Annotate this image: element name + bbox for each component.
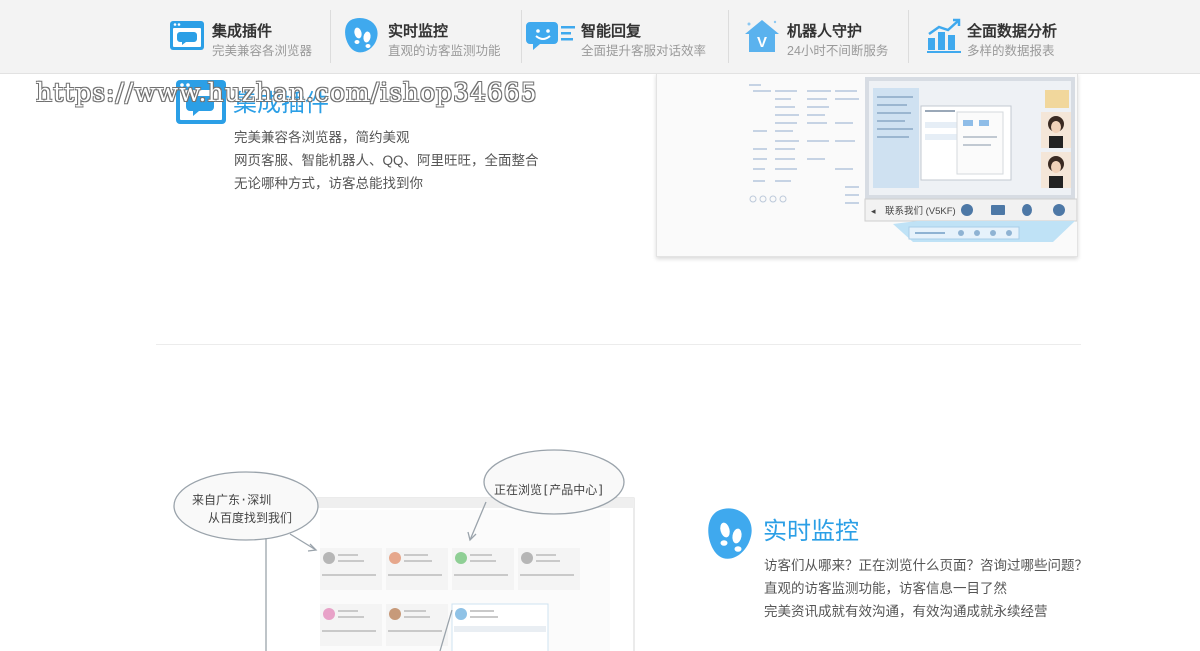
nav-subtitle: 直观的访客监测功能 bbox=[388, 44, 501, 58]
monitor-screenshot: 来自广东·深圳 从百度找到我们 正在浏览[产品中心] bbox=[173, 449, 635, 651]
nav-subtitle: 多样的数据报表 bbox=[967, 44, 1055, 58]
nav-divider bbox=[330, 10, 331, 63]
bar-chart-icon bbox=[927, 18, 961, 53]
footprints-icon bbox=[345, 18, 378, 53]
nav-subtitle: 24小时不间断服务 bbox=[787, 44, 889, 58]
nav-title: 集成插件 bbox=[212, 23, 273, 40]
nav-subtitle: 全面提升客服对话效率 bbox=[581, 44, 707, 58]
description-line: 无论哪种方式，访客总能找到你 bbox=[234, 176, 423, 191]
section-title: 实时监控 bbox=[763, 518, 859, 545]
nav-item-data[interactable]: 全面数据分析 多样的数据报表 bbox=[925, 10, 1075, 64]
plugin-screenshot: ◂ 联系我们 (V5KF) bbox=[656, 73, 1078, 257]
nav-item-robot[interactable]: V 机器人守护 24小时不间断服务 bbox=[742, 10, 907, 64]
section-description: 访客们从哪来？正在浏览什么页面？咨询过哪些问题？ 直观的访客监测功能，访客信息一… bbox=[764, 554, 1088, 623]
bubble-source-line: 从百度找到我们 bbox=[208, 510, 292, 525]
description-line: 直观的访客监测功能，访客信息一目了然 bbox=[764, 581, 1007, 596]
nav-subtitle: 完美兼容各浏览器 bbox=[212, 44, 313, 58]
browser-plugin-icon bbox=[170, 21, 204, 50]
nav-divider bbox=[521, 10, 522, 63]
section-description: 完美兼容各浏览器，简约美观 网页客服、智能机器人、QQ、阿里旺旺，全面整合 无论… bbox=[234, 126, 539, 195]
watermark-url: https://www.huzhan.com/ishop34665 bbox=[36, 78, 538, 107]
section-divider bbox=[156, 344, 1081, 345]
nav-title: 机器人守护 bbox=[787, 23, 863, 40]
nav-title: 全面数据分析 bbox=[967, 23, 1058, 40]
nav-item-monitor[interactable]: 实时监控 直观的访客监测功能 bbox=[343, 10, 518, 64]
nav-title: 智能回复 bbox=[581, 23, 642, 40]
contact-us-label: 联系我们 (V5KF) bbox=[885, 205, 956, 217]
nav-divider bbox=[728, 10, 729, 63]
nav-title: 实时监控 bbox=[388, 23, 449, 40]
bubble-browsing-line: 正在浏览[产品中心] bbox=[494, 482, 604, 497]
bubble-origin-line: 来自广东·深圳 bbox=[192, 493, 271, 507]
svg-text:◂: ◂ bbox=[871, 206, 876, 216]
nav-item-smart-reply[interactable]: 智能回复 全面提升客服对话效率 bbox=[526, 10, 726, 64]
feature-nav: 集成插件 完美兼容各浏览器 实时监控 直观的访客监测功能 智能回复 全面提升客服… bbox=[0, 0, 1200, 74]
plugin-preview-graphic: ◂ 联系我们 (V5KF) bbox=[749, 77, 1078, 242]
nav-divider bbox=[908, 10, 909, 63]
robot-guard-icon: V bbox=[745, 20, 779, 52]
description-line: 网页客服、智能机器人、QQ、阿里旺旺，全面整合 bbox=[234, 153, 539, 168]
description-line: 完美兼容各浏览器，简约美观 bbox=[234, 130, 410, 145]
description-line: 完美资讯成就有效沟通，有效沟通成就永续经营 bbox=[764, 604, 1048, 619]
footprints-icon bbox=[708, 508, 752, 559]
svg-text:V: V bbox=[757, 34, 767, 51]
description-line: 访客们从哪来？正在浏览什么页面？咨询过哪些问题？ bbox=[764, 558, 1088, 573]
nav-item-plugin[interactable]: 集成插件 完美兼容各浏览器 bbox=[168, 10, 328, 64]
smile-chat-icon bbox=[526, 22, 575, 50]
